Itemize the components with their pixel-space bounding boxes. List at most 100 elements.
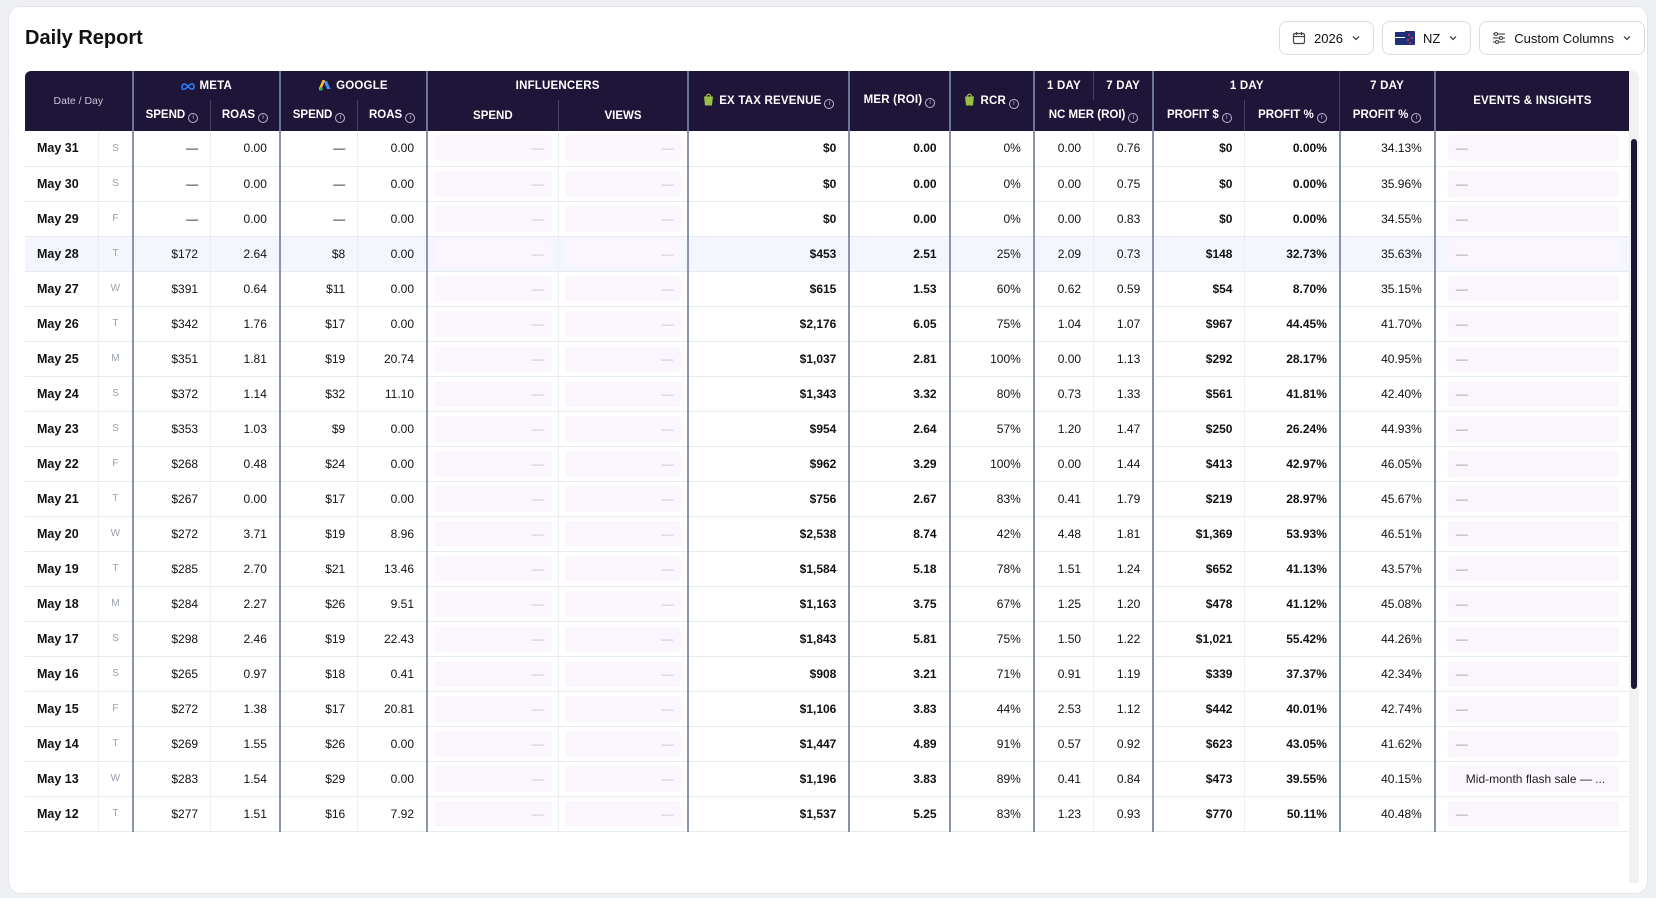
table-row[interactable]: May 25 M $351 1.81 $19 20.74— — $1,037 2.81 100% 0… — [25, 341, 1629, 377]
cell-influencer-views[interactable]: — — [557, 376, 689, 412]
scrollbar-thumb[interactable] — [1631, 139, 1637, 689]
cell-events-insights[interactable]: — — [1433, 201, 1629, 237]
custom-columns-button[interactable]: Custom Columns — [1479, 21, 1645, 55]
cell-events-insights[interactable]: — — [1433, 481, 1629, 517]
cell-events-insights[interactable]: — — [1433, 516, 1629, 552]
cell-events-insights[interactable]: — — [1433, 726, 1629, 762]
cell-influencer-spend[interactable]: — — [426, 796, 559, 832]
info-icon[interactable]: i — [1221, 112, 1232, 123]
cell-influencer-spend[interactable]: — — [426, 341, 559, 377]
cell-events-insights[interactable]: — — [1433, 376, 1629, 412]
table-row[interactable]: May 12 T $277 1.51 $16 7.92— — $1,537 5.25 83% 1.2… — [25, 796, 1629, 832]
header-influencer-views[interactable]: VIEWS — [557, 100, 689, 131]
cell-influencer-spend[interactable]: — — [426, 131, 559, 167]
cell-influencer-views[interactable]: — — [557, 236, 689, 272]
cell-events-insights[interactable]: — — [1433, 796, 1629, 832]
header-date-day[interactable]: Date / Day — [25, 71, 133, 131]
info-icon[interactable]: i — [258, 112, 269, 123]
cell-events-insights[interactable]: — — [1433, 166, 1629, 202]
cell-influencer-views[interactable]: — — [557, 411, 689, 447]
table-row[interactable]: May 31 S —0.00—0.00— — $0 0.00 0% 0.00 0.76 $0 0.0… — [25, 131, 1629, 167]
table-row[interactable]: May 27 W $391 0.64 $11 0.00— — $615 1.53 60% 0.62 0… — [25, 271, 1629, 307]
table-row[interactable]: May 13 W $283 1.54 $29 0.00— — $1,196 3.83 89% 0.4… — [25, 761, 1629, 797]
info-icon[interactable]: i — [1316, 112, 1327, 123]
cell-influencer-spend[interactable]: — — [426, 271, 559, 307]
header-mer[interactable]: MER (ROI) i — [848, 71, 950, 131]
table-row[interactable]: May 22 F $268 0.48 $24 0.00— — $962 3.29 100% 0.00… — [25, 446, 1629, 482]
table-row[interactable]: May 18 M $284 2.27 $26 9.51— — $1,163 3.75 67% 1.2… — [25, 586, 1629, 622]
cell-events-insights[interactable]: — — [1433, 271, 1629, 307]
cell-influencer-spend[interactable]: — — [426, 516, 559, 552]
cell-influencer-views[interactable]: — — [557, 446, 689, 482]
cell-events-insights[interactable]: — — [1433, 586, 1629, 622]
cell-influencer-spend[interactable]: — — [426, 761, 559, 797]
cell-influencer-spend[interactable]: — — [426, 481, 559, 517]
cell-influencer-views[interactable]: — — [557, 271, 689, 307]
cell-influencer-views[interactable]: — — [557, 341, 689, 377]
cell-events-insights[interactable]: — — [1433, 341, 1629, 377]
info-icon[interactable]: i — [188, 112, 199, 123]
table-row[interactable]: May 17 S $298 2.46 $19 22.43— — $1,843 5.81 75% 1.… — [25, 621, 1629, 657]
cell-events-insights[interactable]: — — [1433, 551, 1629, 587]
cell-influencer-views[interactable]: — — [557, 201, 689, 237]
cell-influencer-spend[interactable]: — — [426, 691, 559, 727]
header-meta-spend[interactable]: SPEND i — [131, 100, 211, 131]
info-icon[interactable]: i — [335, 112, 346, 123]
cell-influencer-spend[interactable]: — — [426, 201, 559, 237]
cell-influencer-spend[interactable]: — — [426, 656, 559, 692]
header-google-spend[interactable]: SPEND i — [278, 100, 358, 131]
cell-influencer-spend[interactable]: — — [426, 376, 559, 412]
cell-events-insights[interactable]: — — [1433, 306, 1629, 342]
table-row[interactable]: May 30 S —0.00—0.00— — $0 0.00 0% 0.00 0.75 $0 0.0… — [25, 166, 1629, 202]
table-row[interactable]: May 19 T $285 2.70 $21 13.46— — $1,584 5.18 78% 1.… — [25, 551, 1629, 587]
cell-influencer-views[interactable]: — — [557, 761, 689, 797]
cell-events-insights[interactable]: Mid-month flash sale — ... — [1433, 761, 1629, 797]
cell-influencer-views[interactable]: — — [557, 131, 689, 167]
table-row[interactable]: May 23 S $353 1.03 $9 0.00— — $954 2.64 57% 1.20 1.… — [25, 411, 1629, 447]
cell-influencer-spend[interactable]: — — [426, 726, 559, 762]
header-profit-pct[interactable]: PROFIT % i — [1244, 100, 1340, 131]
vertical-scrollbar[interactable] — [1629, 71, 1639, 883]
header-profit-usd[interactable]: PROFIT $ i — [1152, 100, 1245, 131]
cell-influencer-spend[interactable]: — — [426, 551, 559, 587]
cell-influencer-spend[interactable]: — — [426, 621, 559, 657]
cell-events-insights[interactable]: — — [1433, 691, 1629, 727]
cell-influencer-views[interactable]: — — [557, 516, 689, 552]
cell-events-insights[interactable]: — — [1433, 411, 1629, 447]
report-table-container[interactable]: Date / Day META GOOGLE INFLUENCERS EX TA… — [25, 71, 1639, 883]
table-row[interactable]: May 14 T $269 1.55 $26 0.00— — $1,447 4.89 91% 0.5… — [25, 726, 1629, 762]
cell-events-insights[interactable]: — — [1433, 236, 1629, 272]
header-influencer-spend[interactable]: SPEND — [426, 100, 559, 131]
table-row[interactable]: May 16 S $265 0.97 $18 0.41— — $908 3.21 71% 0.91 1… — [25, 656, 1629, 692]
cell-events-insights[interactable]: — — [1433, 446, 1629, 482]
table-row[interactable]: May 21 T $267 0.00 $17 0.00— — $756 2.67 83% 0.41 1… — [25, 481, 1629, 517]
cell-events-insights[interactable]: — — [1433, 656, 1629, 692]
cell-influencer-spend[interactable]: — — [426, 166, 559, 202]
table-row[interactable]: May 28 T $172 2.64 $8 0.00— — $453 2.51 25% 2.09 0.… — [25, 236, 1629, 272]
year-select[interactable]: 2026 — [1279, 21, 1374, 55]
header-profit-pct-7day[interactable]: PROFIT % i — [1339, 100, 1435, 131]
header-nc-mer[interactable]: NC MER (ROI) i — [1032, 100, 1154, 131]
table-row[interactable]: May 20 W $272 3.71 $19 8.96— — $2,538 8.74 42% 4.4… — [25, 516, 1629, 552]
info-icon[interactable]: i — [1411, 112, 1422, 123]
cell-influencer-views[interactable]: — — [557, 656, 689, 692]
cell-influencer-views[interactable]: — — [557, 551, 689, 587]
cell-influencer-views[interactable]: — — [557, 306, 689, 342]
header-rcr[interactable]: RCR i — [948, 71, 1034, 131]
cell-influencer-spend[interactable]: — — [426, 446, 559, 482]
cell-influencer-spend[interactable]: — — [426, 236, 559, 272]
info-icon[interactable]: i — [1128, 112, 1139, 123]
cell-influencer-spend[interactable]: — — [426, 411, 559, 447]
region-select[interactable]: NZ — [1381, 21, 1472, 55]
info-icon[interactable]: i — [405, 112, 416, 123]
cell-influencer-views[interactable]: — — [557, 166, 689, 202]
cell-influencer-views[interactable]: — — [557, 796, 689, 832]
table-row[interactable]: May 26 T $342 1.76 $17 0.00— — $2,176 6.05 75% 1.0… — [25, 306, 1629, 342]
table-row[interactable]: May 15 F $272 1.38 $17 20.81— — $1,106 3.83 44% 2.… — [25, 691, 1629, 727]
cell-influencer-spend[interactable]: — — [426, 306, 559, 342]
cell-influencer-spend[interactable]: — — [426, 586, 559, 622]
header-ex-tax-revenue[interactable]: EX TAX REVENUE i — [687, 71, 850, 131]
cell-influencer-views[interactable]: — — [557, 691, 689, 727]
header-google-roas[interactable]: ROAS i — [357, 100, 428, 131]
info-icon[interactable]: i — [824, 99, 835, 109]
